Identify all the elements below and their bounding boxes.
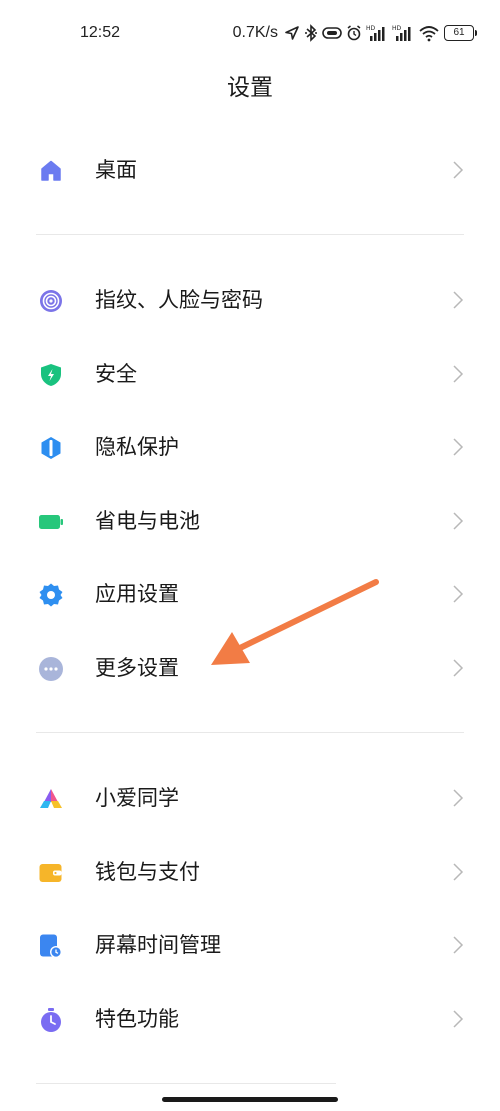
chevron-right-icon xyxy=(453,161,464,179)
settings-item-label: 屏幕时间管理 xyxy=(95,933,221,957)
alarm-icon xyxy=(347,25,361,41)
chevron-right-icon xyxy=(453,585,464,603)
home-indicator[interactable] xyxy=(162,1097,338,1102)
signal-hd-1-icon: HD xyxy=(366,25,385,41)
settings-item-wallet-payment[interactable]: 钱包与支付 xyxy=(0,842,500,902)
section-divider xyxy=(36,732,464,733)
svg-text:HD: HD xyxy=(392,25,402,32)
settings-item-xiaoai[interactable]: 小爱同学 xyxy=(0,768,500,828)
settings-item-label: 特色功能 xyxy=(95,1007,179,1031)
settings-item-label: 隐私保护 xyxy=(95,435,179,459)
settings-item-label: 安全 xyxy=(95,362,137,386)
chevron-right-icon xyxy=(453,936,464,954)
screen-time-icon xyxy=(40,934,62,958)
xiaoai-icon xyxy=(40,789,62,808)
wifi-icon xyxy=(419,26,439,42)
settings-item-label: 指纹、人脸与密码 xyxy=(95,288,263,312)
more-icon xyxy=(39,657,63,681)
chevron-right-icon xyxy=(453,365,464,383)
section-divider xyxy=(36,1083,336,1084)
shield-icon xyxy=(41,364,61,386)
settings-item-more-settings[interactable]: 更多设置 xyxy=(0,638,500,698)
chevron-right-icon xyxy=(453,291,464,309)
chevron-right-icon xyxy=(453,863,464,881)
fingerprint-icon xyxy=(40,290,62,312)
special-features-icon xyxy=(41,1008,61,1032)
home-icon xyxy=(41,160,61,181)
status-bar: 12:52 0.7K/s HD HD 61 xyxy=(0,0,500,64)
page-title: 设置 xyxy=(227,75,273,101)
settings-item-privacy[interactable]: 隐私保护 xyxy=(0,417,500,477)
settings-item-label: 应用设置 xyxy=(95,582,179,606)
chevron-right-icon xyxy=(453,1010,464,1028)
settings-item-app-settings[interactable]: 应用设置 xyxy=(0,564,500,624)
gear-icon xyxy=(39,583,63,607)
section-divider xyxy=(36,234,464,235)
settings-item-security[interactable]: 安全 xyxy=(0,344,500,404)
settings-item-label: 小爱同学 xyxy=(95,786,179,810)
chevron-right-icon xyxy=(453,512,464,530)
settings-item-screen-time[interactable]: 屏幕时间管理 xyxy=(0,915,500,975)
settings-item-label: 桌面 xyxy=(95,158,137,182)
settings-item-fingerprint-face-password[interactable]: 指纹、人脸与密码 xyxy=(0,270,500,330)
settings-item-special-features[interactable]: 特色功能 xyxy=(0,989,500,1049)
chevron-right-icon xyxy=(453,438,464,456)
settings-item-battery[interactable]: 省电与电池 xyxy=(0,491,500,551)
status-time: 12:52 xyxy=(80,24,121,41)
location-icon xyxy=(285,26,299,40)
signal-hd-2-icon: HD xyxy=(392,25,411,41)
wallet-icon xyxy=(39,864,62,882)
chevron-right-icon xyxy=(453,789,464,807)
hotspot-icon xyxy=(322,27,342,39)
chevron-right-icon xyxy=(453,659,464,677)
bluetooth-icon xyxy=(305,24,317,42)
network-speed: 0.7K/s xyxy=(232,24,278,41)
settings-item-label: 更多设置 xyxy=(95,656,179,680)
settings-item-desktop[interactable]: 桌面 xyxy=(0,140,500,200)
battery-icon: 61 xyxy=(444,25,477,41)
battery-saver-icon xyxy=(39,515,63,529)
status-icons: 0.7K/s HD HD 61 xyxy=(232,22,477,44)
settings-item-label: 省电与电池 xyxy=(95,509,200,533)
settings-item-label: 钱包与支付 xyxy=(95,860,200,884)
privacy-icon xyxy=(41,437,61,459)
svg-text:HD: HD xyxy=(366,25,376,32)
